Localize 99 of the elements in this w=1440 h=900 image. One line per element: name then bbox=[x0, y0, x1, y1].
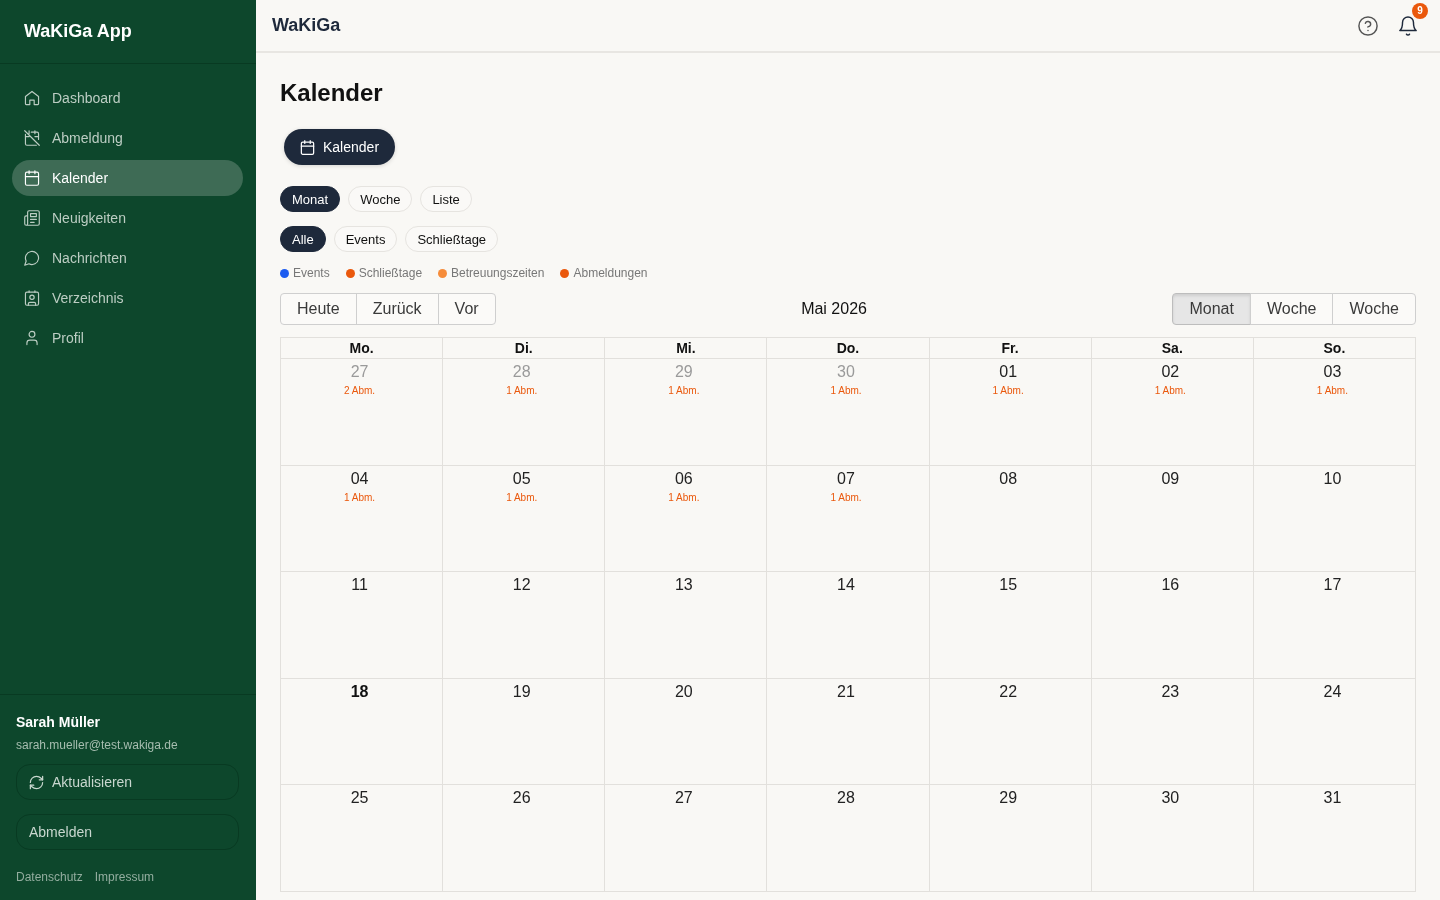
nav-button[interactable]: Zurück bbox=[355, 293, 439, 325]
view-button[interactable]: Woche bbox=[1249, 293, 1334, 325]
calendar-slash-icon bbox=[24, 130, 40, 146]
period-label: Mai 2026 bbox=[801, 300, 867, 318]
day-number: 12 bbox=[512, 575, 531, 596]
absence-count: 1 Abm. bbox=[830, 491, 862, 504]
absence-count: 2 Abm. bbox=[344, 385, 376, 397]
view-tab[interactable]: Liste bbox=[420, 186, 472, 212]
legend-label: Events bbox=[293, 266, 330, 280]
footer-link[interactable]: Datenschutz bbox=[16, 870, 83, 884]
nav-item[interactable]: Kalender bbox=[12, 160, 243, 196]
home-icon bbox=[24, 90, 40, 106]
day-number: 22 bbox=[999, 681, 1018, 702]
refresh-button[interactable]: Aktualisieren bbox=[16, 764, 239, 800]
day-number: 21 bbox=[837, 681, 855, 702]
weekday-header: Sa. bbox=[1091, 338, 1254, 359]
page-title: Kalender bbox=[280, 79, 384, 107]
nav-item[interactable]: Verzeichnis bbox=[12, 280, 243, 316]
view-button[interactable]: Monat bbox=[1172, 293, 1251, 325]
day-number: 28 bbox=[837, 788, 855, 809]
day-number: 07 bbox=[837, 468, 855, 489]
footer-link[interactable]: Impressum bbox=[94, 870, 155, 884]
absence-count: 1 Abm. bbox=[344, 491, 376, 504]
day-number: 06 bbox=[674, 468, 693, 489]
weekday-header: Fr. bbox=[929, 338, 1092, 359]
absence-count: 1 Abm. bbox=[506, 491, 538, 504]
day-number: 28 bbox=[512, 362, 531, 382]
absence-count: 1 Abm. bbox=[668, 491, 700, 504]
brand-title: WaKiGa bbox=[272, 15, 341, 36]
day-number: 29 bbox=[999, 788, 1018, 809]
day-number: 26 bbox=[512, 788, 531, 809]
day-number: 08 bbox=[999, 468, 1018, 489]
refresh-icon bbox=[29, 774, 44, 790]
day-number: 09 bbox=[1161, 468, 1180, 489]
user-email: sarah.mueller@test.wakiga.de bbox=[16, 738, 179, 752]
day-number: 18 bbox=[350, 681, 369, 702]
day-number: 16 bbox=[1161, 575, 1180, 596]
day-number: 01 bbox=[999, 362, 1018, 382]
day-number: 13 bbox=[674, 575, 693, 596]
weekday-header: Di. bbox=[443, 338, 606, 359]
day-number: 31 bbox=[1323, 788, 1342, 809]
day-number: 14 bbox=[837, 575, 855, 596]
day-number: 27 bbox=[350, 362, 369, 382]
legend-label: Abmeldungen bbox=[573, 266, 648, 280]
absence-count: 1 Abm. bbox=[992, 385, 1024, 397]
day-number: 25 bbox=[350, 788, 369, 809]
absence-count: 1 Abm. bbox=[1154, 385, 1186, 397]
weekday-header: Mo. bbox=[281, 338, 444, 359]
day-number: 10 bbox=[1323, 468, 1342, 489]
nav-item[interactable]: Nachrichten bbox=[12, 240, 243, 276]
day-number: 30 bbox=[837, 362, 855, 382]
user-name: Sarah Müller bbox=[16, 714, 102, 730]
view-tab[interactable]: Monat bbox=[280, 186, 341, 212]
view-button[interactable]: Woche bbox=[1332, 293, 1416, 325]
calendar-icon bbox=[24, 170, 40, 186]
day-number: 19 bbox=[512, 681, 531, 702]
logout-button[interactable]: Abmelden bbox=[16, 814, 239, 850]
day-number: 23 bbox=[1161, 681, 1180, 702]
view-tab[interactable]: Woche bbox=[348, 186, 413, 212]
user-icon bbox=[24, 330, 40, 346]
day-number: 29 bbox=[674, 362, 693, 382]
nav-item[interactable]: Abmeldung bbox=[12, 120, 243, 156]
legend-label: Betreuungszeiten bbox=[451, 266, 545, 280]
contact-card-icon bbox=[24, 290, 40, 306]
bell-icon[interactable] bbox=[1398, 15, 1418, 36]
day-number: 05 bbox=[512, 468, 531, 489]
day-number: 27 bbox=[674, 788, 693, 809]
filter-tab[interactable]: Alle bbox=[280, 226, 326, 252]
day-number: 30 bbox=[1161, 788, 1180, 809]
absence-count: 1 Abm. bbox=[506, 385, 538, 397]
calendar-button[interactable]: Kalender bbox=[284, 129, 396, 165]
day-number: 11 bbox=[351, 575, 368, 596]
day-number: 20 bbox=[674, 681, 693, 702]
day-number: 15 bbox=[999, 575, 1018, 596]
legend-label: Schließtage bbox=[358, 266, 423, 280]
filter-tab[interactable]: Events bbox=[333, 226, 398, 252]
absence-count: 1 Abm. bbox=[668, 385, 700, 397]
nav-button[interactable]: Vor bbox=[437, 293, 496, 325]
absence-count: 1 Abm. bbox=[830, 385, 862, 397]
nav-item[interactable]: Profil bbox=[12, 320, 243, 356]
speech-bubble-icon bbox=[24, 250, 40, 266]
nav-button[interactable]: Heute bbox=[280, 293, 357, 325]
day-number: 02 bbox=[1161, 362, 1180, 382]
newspaper-icon bbox=[24, 210, 40, 226]
weekday-header: So. bbox=[1253, 338, 1416, 359]
day-number: 24 bbox=[1323, 681, 1342, 702]
day-number: 17 bbox=[1323, 575, 1342, 596]
nav-item[interactable]: Dashboard bbox=[12, 80, 243, 116]
filter-tab[interactable]: Schließtage bbox=[405, 226, 499, 252]
weekday-header: Mi. bbox=[605, 338, 768, 359]
app-title: WaKiGa App bbox=[24, 21, 132, 42]
calendar-icon bbox=[300, 139, 315, 155]
help-icon[interactable] bbox=[1358, 15, 1378, 36]
day-number: 04 bbox=[350, 468, 369, 489]
weekday-header: Do. bbox=[767, 338, 930, 359]
absence-count: 1 Abm. bbox=[1316, 385, 1348, 397]
nav-item[interactable]: Neuigkeiten bbox=[12, 200, 243, 236]
day-number: 03 bbox=[1323, 362, 1342, 382]
notification-count: 9 bbox=[1412, 2, 1428, 19]
